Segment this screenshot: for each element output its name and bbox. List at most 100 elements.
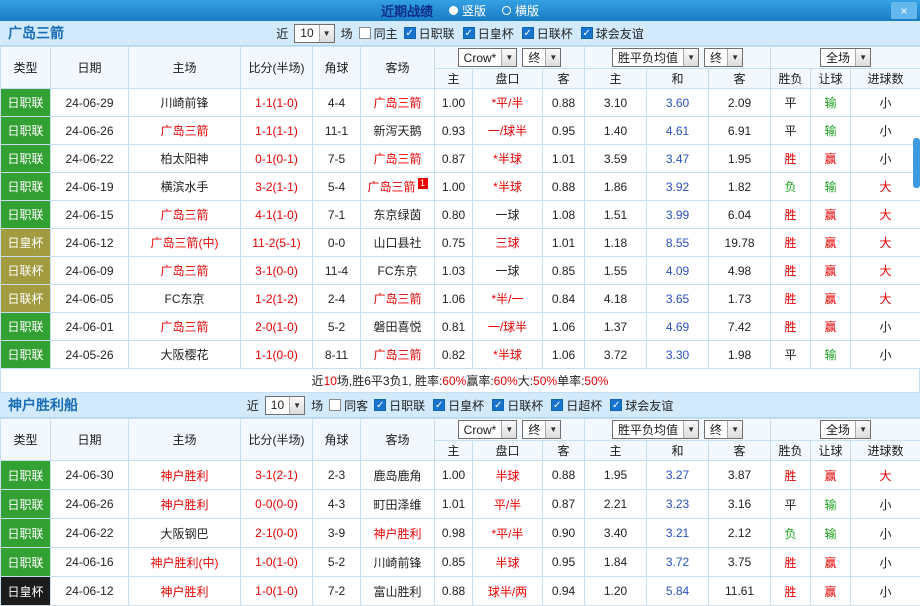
layout-radio-vertical[interactable]: 竖版 bbox=[449, 2, 486, 19]
league-checkbox[interactable]: ✓日联杯 bbox=[492, 397, 543, 414]
match-date: 24-06-12 bbox=[51, 577, 129, 606]
chevron-down-icon: ▼ bbox=[683, 421, 698, 438]
filter-controls: 近 10 ▼ 场 同客 ✓日职联✓日皇杯✓日联杯✓日超杯✓球会友谊 bbox=[247, 396, 673, 415]
draw-odds: 4.69 bbox=[647, 313, 709, 341]
handicap-home-odds: 1.00 bbox=[435, 173, 473, 201]
score: 1-1(0-0) bbox=[241, 341, 313, 369]
chevron-down-icon: ▼ bbox=[545, 421, 560, 438]
home-team: 广岛三箭 bbox=[129, 201, 241, 229]
odds-company-select[interactable]: Crow*▼ bbox=[458, 420, 518, 439]
lose-odds: 1.82 bbox=[709, 173, 771, 201]
league-checkbox[interactable]: ✓日皇杯 bbox=[463, 25, 514, 42]
match-row: 日职联24-06-30神户胜利3-1(2-1)2-3鹿岛鹿角1.00半球0.88… bbox=[1, 461, 920, 490]
draw-odds: 3.65 bbox=[647, 285, 709, 313]
win-odds: 3.40 bbox=[585, 519, 647, 548]
covers-flag: 赢 bbox=[811, 461, 851, 490]
match-date: 24-06-29 bbox=[51, 89, 129, 117]
checkbox-label: 日职联 bbox=[389, 397, 425, 414]
chevron-down-icon: ▼ bbox=[319, 25, 334, 42]
odds-company-select[interactable]: Crow*▼ bbox=[458, 48, 518, 67]
league-checkbox[interactable]: ✓日职联 bbox=[374, 397, 425, 414]
league-badge: 日职联 bbox=[1, 173, 51, 201]
wdl-average-select[interactable]: 胜平负均值▼ bbox=[612, 48, 699, 67]
chevron-down-icon: ▼ bbox=[727, 49, 742, 66]
card-badge: 1 bbox=[418, 178, 428, 189]
score: 3-1(2-1) bbox=[241, 461, 313, 490]
wdl-group-header: 胜平负均值▼ 终▼ bbox=[585, 47, 771, 69]
league-checkbox[interactable]: ✓球会友谊 bbox=[581, 25, 644, 42]
league-checkbox[interactable]: ✓日联杯 bbox=[522, 25, 573, 42]
wdl-stage-select[interactable]: 终▼ bbox=[704, 420, 743, 439]
col-win: 主 bbox=[585, 441, 647, 461]
wdl-stage-select[interactable]: 终▼ bbox=[704, 48, 743, 67]
score: 0-1(0-1) bbox=[241, 145, 313, 173]
handicap-line: *平/半 bbox=[473, 89, 543, 117]
handicap-away-odds: 1.06 bbox=[543, 313, 585, 341]
layout-radio-horizontal[interactable]: 横版 bbox=[502, 2, 539, 19]
league-badge: 日职联 bbox=[1, 341, 51, 369]
col-covers: 让球 bbox=[811, 69, 851, 89]
same-home-checkbox[interactable]: 同主 bbox=[359, 25, 398, 42]
result-flag: 胜 bbox=[771, 548, 811, 577]
recent-count-select[interactable]: 10 ▼ bbox=[294, 24, 334, 43]
checkbox-label: 日皇杯 bbox=[448, 397, 484, 414]
goals-flag: 大 bbox=[851, 257, 920, 285]
away-team: 富山胜利 bbox=[361, 577, 435, 606]
handicap-home-odds: 0.87 bbox=[435, 145, 473, 173]
scope-group-header: 全场▼ bbox=[771, 419, 920, 441]
record-summary: 近10场,胜6平3负1, 胜率:60% 赢率:60% 大:50% 单率:50% bbox=[0, 369, 920, 393]
lose-odds: 3.75 bbox=[709, 548, 771, 577]
titlebar: 近期战绩 竖版 横版 × bbox=[0, 0, 920, 21]
odds-stage-select[interactable]: 终▼ bbox=[522, 48, 561, 67]
match-date: 24-06-26 bbox=[51, 490, 129, 519]
result-flag: 胜 bbox=[771, 257, 811, 285]
summary-segment: 10 bbox=[324, 374, 337, 388]
home-team: 大阪樱花 bbox=[129, 341, 241, 369]
col-result: 胜负 bbox=[771, 69, 811, 89]
checkbox-checked-icon: ✓ bbox=[463, 27, 475, 39]
same-away-checkbox[interactable]: 同客 bbox=[329, 397, 368, 414]
league-badge: 日职联 bbox=[1, 117, 51, 145]
draw-odds: 3.47 bbox=[647, 145, 709, 173]
league-checkbox[interactable]: ✓球会友谊 bbox=[610, 397, 673, 414]
col-corner: 角球 bbox=[313, 419, 361, 461]
scope-select[interactable]: 全场▼ bbox=[820, 420, 871, 439]
summary-segment: 场,胜6平3负1, 胜率: bbox=[337, 372, 442, 389]
away-team: 川崎前锋 bbox=[361, 548, 435, 577]
scope-select[interactable]: 全场▼ bbox=[820, 48, 871, 67]
league-checkbox[interactable]: ✓日皇杯 bbox=[433, 397, 484, 414]
draw-odds: 8.55 bbox=[647, 229, 709, 257]
corners: 7-5 bbox=[313, 145, 361, 173]
corners: 5-4 bbox=[313, 173, 361, 201]
win-odds: 1.18 bbox=[585, 229, 647, 257]
handicap-line: *半球 bbox=[473, 145, 543, 173]
draw-odds: 5.84 bbox=[647, 577, 709, 606]
checkbox-label: 同主 bbox=[374, 25, 398, 42]
handicap-line: 半球 bbox=[473, 461, 543, 490]
col-handicap-home: 主 bbox=[435, 441, 473, 461]
match-row: 日职联24-06-01广岛三箭2-0(1-0)5-2磐田喜悦0.81一/球半1.… bbox=[1, 313, 920, 341]
match-row: 日皇杯24-06-12广岛三箭(中)11-2(5-1)0-0山口县社0.75三球… bbox=[1, 229, 920, 257]
handicap-group-header: Crow*▼ 终▼ bbox=[435, 47, 585, 69]
odds-stage-select[interactable]: 终▼ bbox=[522, 420, 561, 439]
checkbox-checked-icon: ✓ bbox=[551, 399, 563, 411]
draw-odds: 3.27 bbox=[647, 461, 709, 490]
wdl-average-select[interactable]: 胜平负均值▼ bbox=[612, 420, 699, 439]
match-date: 24-06-19 bbox=[51, 173, 129, 201]
section-header-hiroshima: 广岛三箭 近 10 ▼ 场 同主 ✓日职联✓日皇杯✓日联杯✓球会友谊 bbox=[0, 21, 920, 46]
handicap-home-odds: 1.00 bbox=[435, 89, 473, 117]
away-team: 山口县社 bbox=[361, 229, 435, 257]
goals-flag: 大 bbox=[851, 285, 920, 313]
close-button[interactable]: × bbox=[891, 2, 917, 19]
scope-group-header: 全场▼ bbox=[771, 47, 920, 69]
result-flag: 胜 bbox=[771, 577, 811, 606]
draw-odds: 3.30 bbox=[647, 341, 709, 369]
league-checkbox[interactable]: ✓日超杯 bbox=[551, 397, 602, 414]
win-odds: 1.86 bbox=[585, 173, 647, 201]
recent-count-select[interactable]: 10 ▼ bbox=[265, 396, 305, 415]
wdl-group-header: 胜平负均值▼ 终▼ bbox=[585, 419, 771, 441]
lose-odds: 2.09 bbox=[709, 89, 771, 117]
league-checkbox[interactable]: ✓日职联 bbox=[404, 25, 455, 42]
scrollbar-thumb[interactable] bbox=[913, 138, 920, 188]
home-team: 广岛三箭 bbox=[129, 313, 241, 341]
